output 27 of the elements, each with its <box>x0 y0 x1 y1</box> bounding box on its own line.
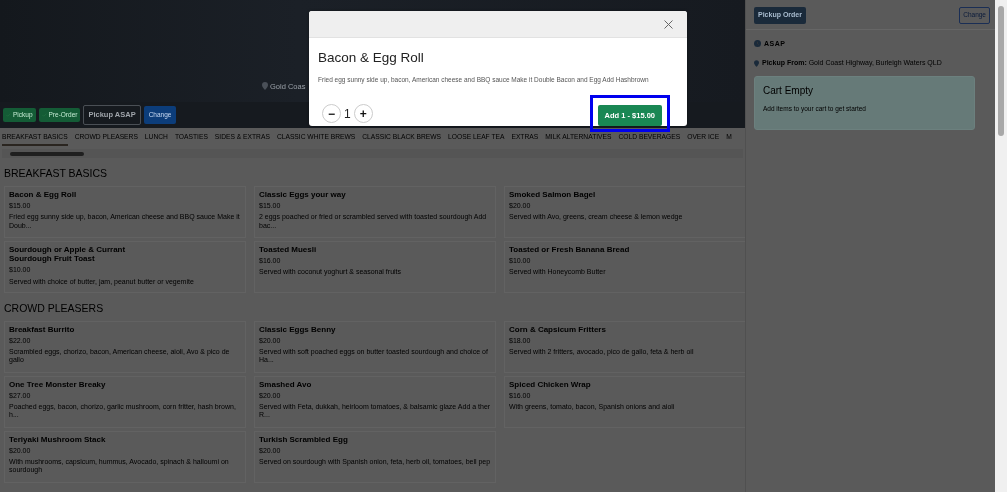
item-name: Corn & Capsicum Fritters <box>509 324 607 334</box>
item-name: Turkish Scrambled Egg <box>259 434 349 444</box>
item-name: One Tree Monster Breaky <box>9 379 107 389</box>
item-name: Toasted or Fresh Banana Bread <box>509 244 631 254</box>
quantity-value: 1 <box>344 105 351 123</box>
section-heading: CROWD PLEASERS <box>4 300 105 316</box>
item-name: Spiced Chicken Wrap <box>509 379 592 389</box>
item-name: Teriyaki Mushroom Stack <box>9 434 107 444</box>
decrement-button[interactable]: − <box>322 104 341 124</box>
item-name: Classic Eggs your way <box>259 189 347 199</box>
horizontal-scrollbar[interactable] <box>2 149 743 159</box>
item-name: Smoked Salmon Bagel <box>509 189 597 199</box>
item-name: Breakfast Burrito <box>9 324 76 334</box>
section-heading: BREAKFAST BASICS <box>4 166 109 182</box>
map-pin-icon <box>754 59 759 67</box>
item-name: Smashed Avo <box>259 379 313 389</box>
dialog-title: Bacon & Egg Roll <box>318 49 425 67</box>
close-icon[interactable] <box>664 19 673 29</box>
clock-icon <box>754 40 761 48</box>
item-name: Toasted Muesli <box>259 244 318 254</box>
item-name: Bacon & Egg Roll <box>9 189 78 199</box>
item-name: Classic Eggs Benny <box>259 324 337 334</box>
cart-title: Cart Empty <box>763 83 814 98</box>
map-pin-icon <box>262 82 268 91</box>
increment-button[interactable]: + <box>353 104 373 124</box>
vertical-scrollbar[interactable] <box>995 0 1007 492</box>
item-name: Sourdough or Apple & Currant Sourdough Fruit Toast <box>9 244 127 264</box>
